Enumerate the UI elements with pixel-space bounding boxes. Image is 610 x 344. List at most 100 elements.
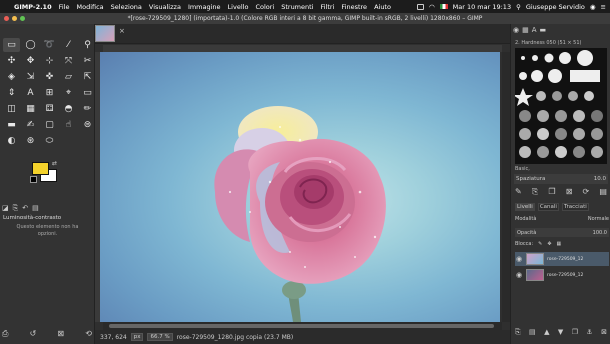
- close-image-tab-icon[interactable]: ×: [119, 27, 125, 35]
- new-group-icon[interactable]: ▤: [529, 328, 536, 337]
- default-colors-icon[interactable]: [30, 176, 37, 183]
- minimize-window-button[interactable]: [12, 16, 17, 21]
- align-tool-icon[interactable]: ✥: [22, 54, 39, 68]
- mode-dropdown[interactable]: Normale: [588, 216, 609, 222]
- menu-finestre[interactable]: Finestre: [341, 3, 367, 11]
- opacity-value[interactable]: 100.0: [593, 230, 607, 236]
- ink-tool-icon[interactable]: ✍: [22, 118, 39, 132]
- tab-channels[interactable]: Canali: [537, 203, 559, 211]
- spacing-value[interactable]: 10.0: [594, 176, 606, 182]
- edit-brush-icon[interactable]: ✎: [515, 187, 522, 197]
- measure-tool-icon[interactable]: ▭: [79, 86, 96, 100]
- new-brush-icon[interactable]: ⎘: [532, 187, 538, 197]
- menu-file[interactable]: File: [59, 3, 70, 11]
- fuzzy-select-tool-icon[interactable]: ⁄: [60, 38, 77, 52]
- visibility-eye-icon[interactable]: ◉: [515, 271, 523, 279]
- display-icon[interactable]: [416, 3, 424, 10]
- heal-tool-icon[interactable]: ◐: [3, 134, 20, 148]
- gradients-tab-icon[interactable]: ▬: [540, 26, 547, 34]
- tab-tool-options-icon[interactable]: ◪: [2, 204, 9, 213]
- duplicate-brush-icon[interactable]: ❐: [548, 187, 555, 197]
- gradient-tool-icon[interactable]: ◫: [3, 102, 20, 116]
- menu-strumenti[interactable]: Strumenti: [281, 3, 313, 11]
- perspective-tool-icon[interactable]: ▱: [60, 70, 77, 84]
- scissors-tool-icon[interactable]: ✂: [79, 54, 96, 68]
- swap-colors-icon[interactable]: ⇄: [52, 160, 57, 167]
- eraser-tool-icon[interactable]: ▬: [3, 118, 20, 132]
- brush-grid[interactable]: [515, 48, 607, 164]
- menu-livello[interactable]: Livello: [228, 3, 249, 11]
- layer-name[interactable]: rose-729509_12: [547, 273, 583, 278]
- patterns-tab-icon[interactable]: ▦: [522, 26, 529, 34]
- layer-row[interactable]: ◉ rose-729509_12: [515, 252, 609, 266]
- tab-undo-history-icon[interactable]: ↶: [22, 204, 28, 213]
- refresh-brushes-icon[interactable]: ⟳: [583, 187, 590, 197]
- lock-position-icon[interactable]: ✥: [547, 241, 551, 247]
- blur-tool-icon[interactable]: ⊛: [22, 134, 39, 148]
- transform-tool-icon[interactable]: ⤧: [60, 54, 77, 68]
- vertical-scrollbar[interactable]: [502, 52, 510, 322]
- new-layer-icon[interactable]: ⎘: [515, 328, 521, 337]
- free-select-tool-icon[interactable]: ➰: [41, 38, 58, 52]
- cage-tool-icon[interactable]: ⊞: [41, 86, 58, 100]
- move-tool-icon[interactable]: ✣: [3, 54, 20, 68]
- menu-immagine[interactable]: Immagine: [188, 3, 221, 11]
- clone-tool-icon[interactable]: ⊜: [79, 118, 96, 132]
- zoom-tool-icon[interactable]: ⚲: [79, 38, 96, 52]
- image-canvas[interactable]: [100, 52, 500, 322]
- text-tool-icon[interactable]: A: [22, 86, 39, 100]
- notification-center-icon[interactable]: ≡: [601, 3, 606, 11]
- restore-options-icon[interactable]: ↺: [30, 329, 37, 339]
- tab-device-status-icon[interactable]: ⎘: [13, 204, 19, 213]
- pencil-tool-icon[interactable]: ✏: [79, 102, 96, 116]
- zoom-selector[interactable]: 66.7 %: [147, 333, 173, 341]
- spotlight-icon[interactable]: ⚲: [516, 3, 521, 11]
- paths-tool-icon[interactable]: ⬭: [41, 134, 58, 148]
- zoom-window-button[interactable]: [20, 16, 25, 21]
- anchor-layer-icon[interactable]: ⚓: [586, 328, 592, 337]
- warp-tool-icon[interactable]: ⇱: [79, 70, 96, 84]
- duplicate-layer-icon[interactable]: ❐: [572, 328, 578, 337]
- menu-aiuto[interactable]: Aiuto: [374, 3, 391, 11]
- save-options-icon[interactable]: ⎙: [2, 329, 8, 339]
- rect-select-tool-icon[interactable]: ▭: [3, 38, 20, 52]
- crop-tool-icon[interactable]: ⊹: [41, 54, 58, 68]
- foreground-color-swatch[interactable]: [32, 162, 49, 175]
- opacity-slider[interactable]: Opacità 100.0: [515, 228, 609, 237]
- siri-icon[interactable]: ◉: [590, 3, 596, 11]
- spacing-slider[interactable]: Spaziatura 10.0: [514, 174, 608, 184]
- menu-seleziona[interactable]: Seleziona: [111, 3, 142, 11]
- close-window-button[interactable]: [4, 16, 9, 21]
- brushes-tab-icon[interactable]: ◉: [513, 26, 519, 34]
- layer-name[interactable]: rose-729509_12: [547, 257, 583, 262]
- image-tab-thumbnail[interactable]: [95, 25, 115, 42]
- flip-tool-icon[interactable]: ⇕: [3, 86, 20, 100]
- color-picker-tool-icon[interactable]: ⌖: [60, 86, 77, 100]
- app-menu-gimp[interactable]: GIMP-2.10: [14, 3, 52, 11]
- horizontal-ruler[interactable]: [103, 45, 502, 52]
- menubar-user[interactable]: Giuseppe Servidio: [526, 3, 585, 11]
- foreground-select-tool-icon[interactable]: ◈: [3, 70, 20, 84]
- wifi-icon[interactable]: ◠: [429, 3, 435, 11]
- blend-tool-icon[interactable]: ⚃: [41, 102, 58, 116]
- airbrush-tool-icon[interactable]: ▢: [41, 118, 58, 132]
- bucket-fill-tool-icon[interactable]: ▦: [22, 102, 39, 116]
- flag-icon[interactable]: [439, 4, 448, 9]
- delete-options-icon[interactable]: ⊠: [57, 329, 64, 339]
- unified-transform-tool-icon[interactable]: ✜: [41, 70, 58, 84]
- lock-alpha-icon[interactable]: ▦: [557, 241, 562, 247]
- visibility-eye-icon[interactable]: ◉: [515, 255, 523, 263]
- smudge-tool-icon[interactable]: ☝: [60, 118, 77, 132]
- tab-images-icon[interactable]: ▤: [32, 204, 39, 213]
- menu-colori[interactable]: Colori: [255, 3, 274, 11]
- menu-visualizza[interactable]: Visualizza: [149, 3, 181, 11]
- ellipse-select-tool-icon[interactable]: ◯: [22, 38, 39, 52]
- lock-pixels-icon[interactable]: ✎: [538, 241, 542, 247]
- unit-selector[interactable]: px: [130, 333, 144, 341]
- tab-paths[interactable]: Tracciati: [561, 203, 589, 211]
- delete-brush-icon[interactable]: ⊠: [566, 187, 573, 197]
- horizontal-scrollbar[interactable]: [103, 322, 502, 330]
- dodge-burn-tool-icon[interactable]: ◓: [60, 102, 77, 116]
- fg-bg-color-selector[interactable]: ⇄: [30, 160, 70, 186]
- scrollbar-thumb[interactable]: [109, 324, 494, 328]
